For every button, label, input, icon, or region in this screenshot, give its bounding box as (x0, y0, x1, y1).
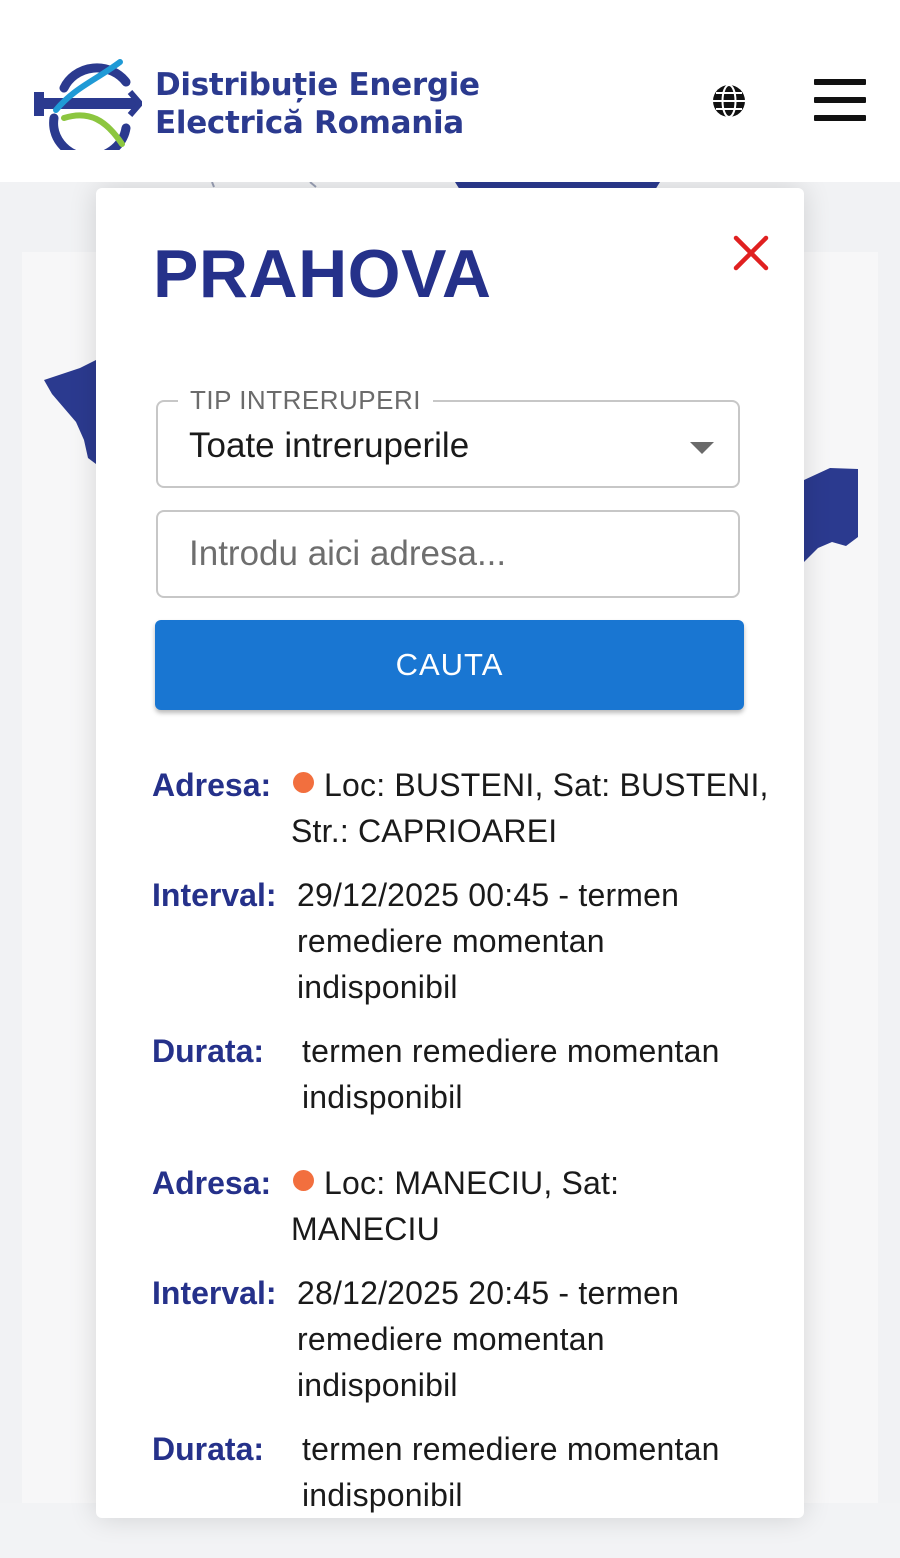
duration-label: Durata: (152, 1033, 265, 1069)
outage-type-label: TIP INTRERUPERI (178, 385, 433, 415)
interval-label: Interval: (152, 1275, 277, 1311)
globe-icon[interactable] (711, 83, 747, 119)
address-row: Adresa: Loc: BUSTENI, Sat: BUSTENI, Str.… (152, 762, 772, 854)
address-value: Loc: BUSTENI, Sat: BUSTENI, Str.: CAPRIO… (291, 767, 769, 849)
address-row: Adresa: Loc: MANECIU, Sat: MANECIU (152, 1160, 772, 1252)
address-field[interactable] (156, 510, 740, 598)
dee-logo-icon[interactable] (34, 58, 142, 150)
outage-type-value: Toate intreruperile (189, 426, 470, 465)
brand-line-1: Distribuție Energie (155, 67, 480, 103)
duration-row: Durata: termen remediere momentan indisp… (152, 1028, 772, 1120)
close-x-icon[interactable] (732, 234, 770, 272)
county-title: PRAHOVA (153, 236, 492, 312)
outage-item: Adresa: Loc: BUSTENI, Sat: BUSTENI, Str.… (152, 762, 772, 1120)
duration-label: Durata: (152, 1431, 265, 1467)
interval-label: Interval: (152, 877, 277, 913)
outage-item: Adresa: Loc: MANECIU, Sat: MANECIU Inter… (152, 1160, 772, 1518)
interval-value: 29/12/2025 00:45 - termen remediere mome… (297, 877, 680, 1005)
app-header: Distribuție Energie Electrică Romania (0, 0, 900, 182)
interval-row: Interval: 29/12/2025 00:45 - termen reme… (152, 872, 772, 1010)
address-value: Loc: MANECIU, Sat: MANECIU (291, 1165, 620, 1247)
search-button[interactable]: CAUTA (155, 620, 744, 710)
interval-value: 28/12/2025 20:45 - termen remediere mome… (297, 1275, 680, 1403)
hamburger-menu-icon[interactable] (814, 79, 866, 121)
duration-value: termen remediere momentan indisponibil (302, 1033, 720, 1115)
chevron-down-icon[interactable] (690, 442, 714, 454)
address-label: Adresa: (152, 1165, 272, 1201)
outage-panel: PRAHOVA TIP INTRERUPERI Toate intreruper… (96, 188, 804, 1518)
brand-line-2: Electrică Romania (155, 105, 464, 141)
duration-value: termen remediere momentan indisponibil (302, 1431, 720, 1513)
brand-name[interactable]: Distribuție Energie Electrică Romania (155, 66, 480, 142)
status-dot-icon (293, 772, 314, 793)
status-dot-icon (293, 1170, 314, 1191)
interval-row: Interval: 28/12/2025 20:45 - termen reme… (152, 1270, 772, 1408)
address-input[interactable] (160, 514, 736, 594)
outage-type-select[interactable]: TIP INTRERUPERI Toate intreruperile (156, 385, 740, 488)
duration-row: Durata: termen remediere momentan indisp… (152, 1426, 772, 1518)
address-label: Adresa: (152, 767, 272, 803)
outage-results-list: Adresa: Loc: BUSTENI, Sat: BUSTENI, Str.… (152, 762, 772, 1558)
